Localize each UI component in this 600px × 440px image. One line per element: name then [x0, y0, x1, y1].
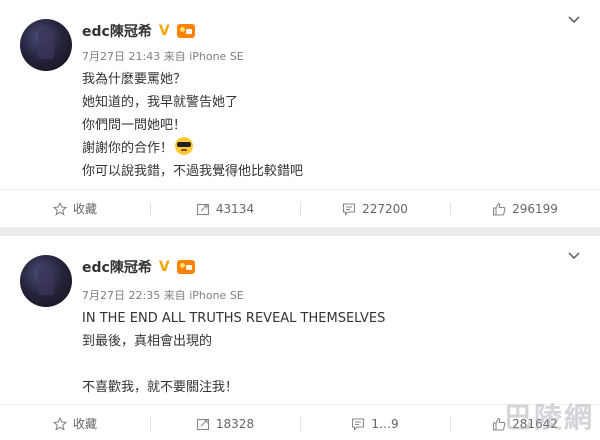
post-line: 我為什麼要罵她？: [82, 72, 187, 87]
post-line: IN THE END ALL TRUTHS REVEAL THEMSELVES: [82, 311, 386, 326]
avatar[interactable]: [20, 19, 72, 71]
post-line: 你們問一問她吧！: [82, 118, 187, 133]
post-body: 我為什麼要罵她？ 她知道的，我早就警告她了 你們問一問她吧！ 謝謝你的合作！ 你…: [82, 68, 303, 183]
verified-icon: V: [158, 22, 170, 39]
like-count: 296199: [512, 201, 558, 216]
post-line: 謝謝你的合作！: [82, 141, 174, 156]
post-source: 来自 iPhone SE: [163, 50, 244, 63]
post-line: 她知道的，我早就警告她了: [82, 95, 239, 110]
post-time[interactable]: 7月27日 21:43: [82, 50, 160, 63]
favorite-button[interactable]: 收藏: [0, 405, 150, 440]
comment-count: 1…9: [371, 416, 399, 431]
favorite-button[interactable]: 收藏: [0, 190, 150, 227]
comment-button[interactable]: 227200: [300, 190, 450, 227]
comment-count: 227200: [362, 201, 408, 216]
post-line: 到最後，真相會出現的: [82, 334, 213, 349]
vip-level-icon[interactable]: [176, 24, 195, 38]
weibo-post-1: edc陳冠希 V 7月27日 21:43 来自 iPhone SE 我為什麼要罵…: [0, 0, 600, 227]
comment-icon: [352, 417, 365, 431]
like-count: 281642: [512, 416, 558, 431]
repost-icon: [196, 418, 209, 430]
star-icon: [52, 201, 67, 216]
comment-icon: [343, 202, 356, 216]
weibo-post-2: edc陳冠希 V 7月27日 22:35 来自 iPhone SE IN THE…: [0, 236, 600, 440]
post-meta: 7月27日 22:35 来自 iPhone SE: [82, 287, 244, 303]
favorite-label: 收藏: [72, 202, 97, 216]
repost-button[interactable]: 43134: [150, 190, 300, 227]
action-bar: 收藏 43134 227200 296199: [0, 189, 600, 227]
thumbs-up-icon: [493, 202, 506, 216]
thumbs-up-icon: [493, 417, 506, 431]
comment-button[interactable]: 1…9: [300, 405, 450, 440]
post-line-with-emoji: 謝謝你的合作！: [82, 137, 303, 160]
chevron-down-icon[interactable]: [568, 16, 580, 24]
like-button[interactable]: 296199: [450, 190, 600, 227]
username[interactable]: edc陳冠希: [82, 257, 152, 277]
repost-icon: [196, 203, 209, 215]
post-line: [82, 353, 385, 376]
action-bar: 收藏 18328 1…9 281642: [0, 404, 600, 440]
like-button[interactable]: 281642: [450, 405, 600, 440]
repost-count: 43134: [215, 201, 255, 216]
repost-button[interactable]: 18328: [150, 405, 300, 440]
chevron-down-icon[interactable]: [568, 252, 580, 260]
verified-icon: V: [158, 258, 170, 275]
post-header: edc陳冠希 V: [82, 257, 195, 277]
post-header: edc陳冠希 V: [82, 21, 195, 41]
sunglasses-emoji-icon: [175, 137, 194, 155]
vip-level-icon[interactable]: [176, 260, 195, 274]
username[interactable]: edc陳冠希: [82, 21, 152, 41]
post-line: 不喜歡我，就不要關注我！: [82, 380, 239, 395]
repost-count: 18328: [215, 416, 255, 431]
star-icon: [52, 416, 67, 431]
avatar[interactable]: [20, 255, 72, 307]
post-source: 来自 iPhone SE: [163, 289, 244, 302]
favorite-label: 收藏: [72, 417, 97, 431]
post-meta: 7月27日 21:43 来自 iPhone SE: [82, 48, 244, 64]
post-time[interactable]: 7月27日 22:35: [82, 289, 160, 302]
post-body: IN THE END ALL TRUTHS REVEAL THEMSELVES …: [82, 307, 385, 399]
post-line: 你可以說我錯，不過我覺得他比較錯吧: [82, 164, 304, 179]
